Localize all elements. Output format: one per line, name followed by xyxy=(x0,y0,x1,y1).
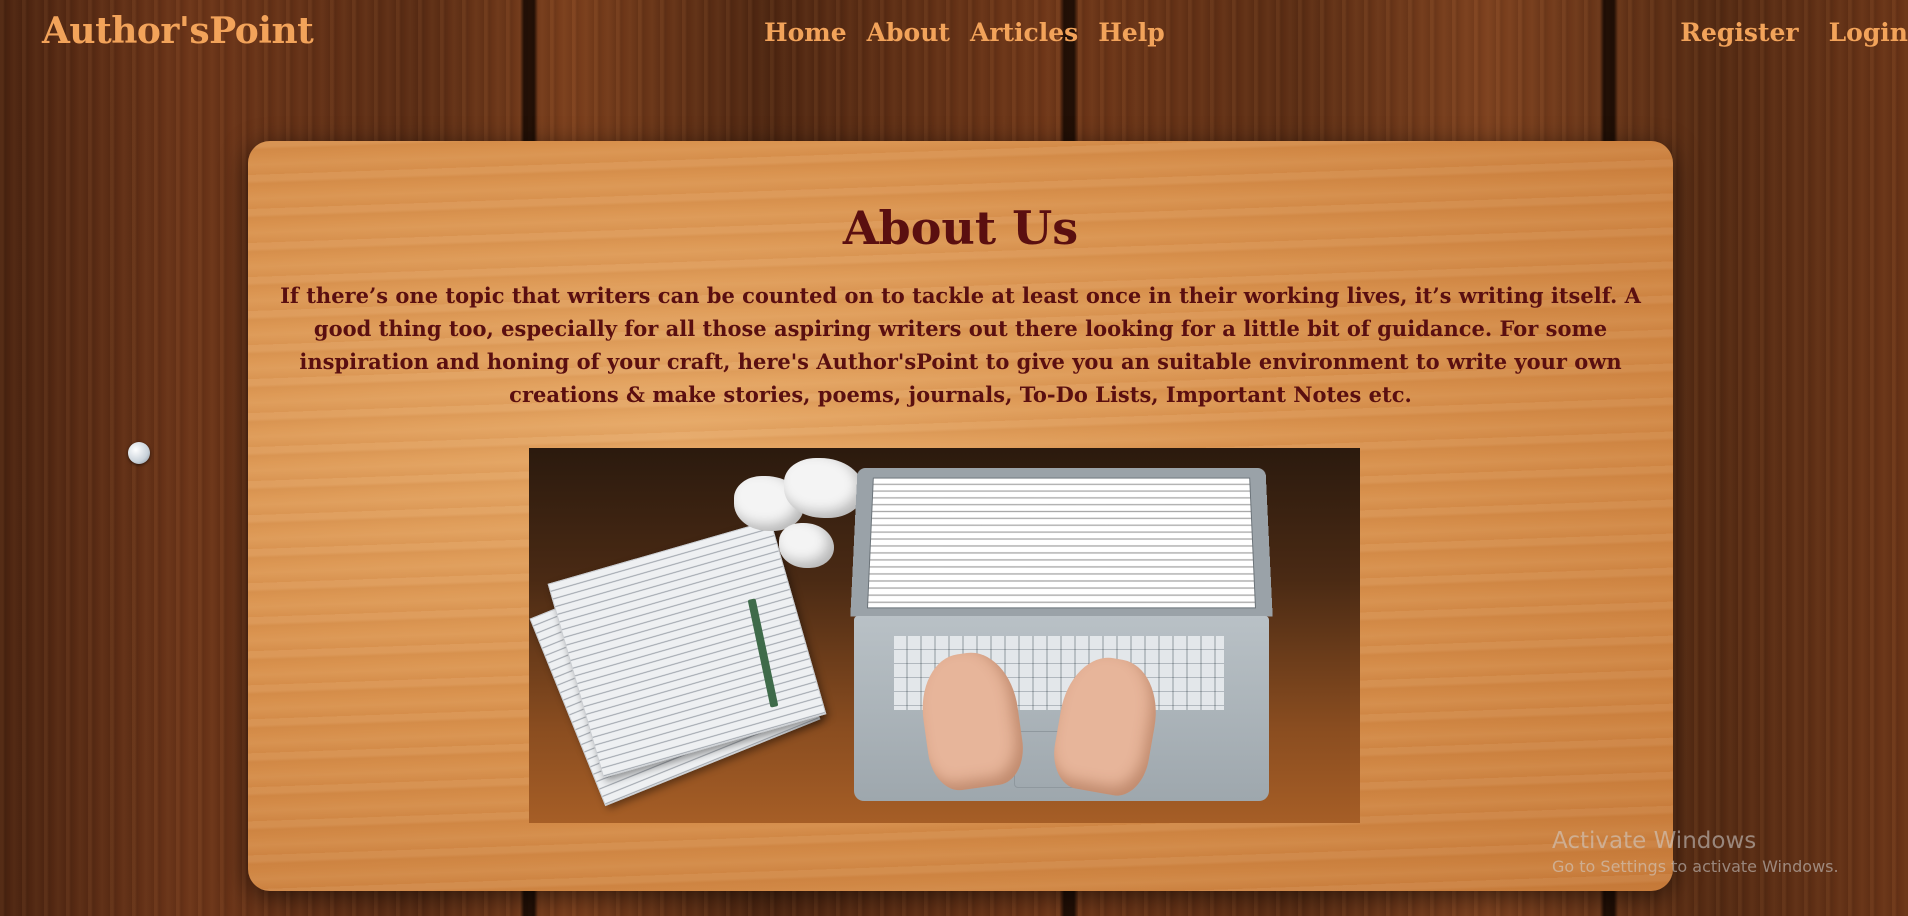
writing-laptop-image xyxy=(529,448,1360,823)
nav-link-home[interactable]: Home xyxy=(764,18,847,47)
nav-link-articles[interactable]: Articles xyxy=(970,18,1078,47)
brand-logo[interactable]: Author'sPoint xyxy=(42,10,314,52)
login-link[interactable]: Login xyxy=(1829,18,1908,47)
auth-links: Register Login xyxy=(1680,18,1908,47)
register-link[interactable]: Register xyxy=(1680,18,1798,47)
nav-link-about[interactable]: About xyxy=(867,18,950,47)
laptop-screen xyxy=(850,467,1273,617)
crumpled-paper xyxy=(779,523,834,568)
activate-windows-watermark: Activate Windows Go to Settings to activ… xyxy=(1552,826,1839,878)
crumpled-paper xyxy=(784,458,864,518)
page-title: About Us xyxy=(842,201,1079,255)
about-description: If there’s one topic that writers can be… xyxy=(280,283,1641,407)
document-on-screen xyxy=(866,477,1257,609)
nav-link-help[interactable]: Help xyxy=(1098,18,1165,47)
about-card: About Us If there’s one topic that write… xyxy=(248,141,1673,891)
pushpin-decoration xyxy=(128,442,150,464)
watermark-title: Activate Windows xyxy=(1552,828,1757,854)
main-nav: Home About Articles Help xyxy=(764,18,1165,47)
watermark-subtitle: Go to Settings to activate Windows. xyxy=(1552,857,1839,876)
top-navigation-bar: Author'sPoint Home About Articles Help R… xyxy=(0,0,1908,70)
